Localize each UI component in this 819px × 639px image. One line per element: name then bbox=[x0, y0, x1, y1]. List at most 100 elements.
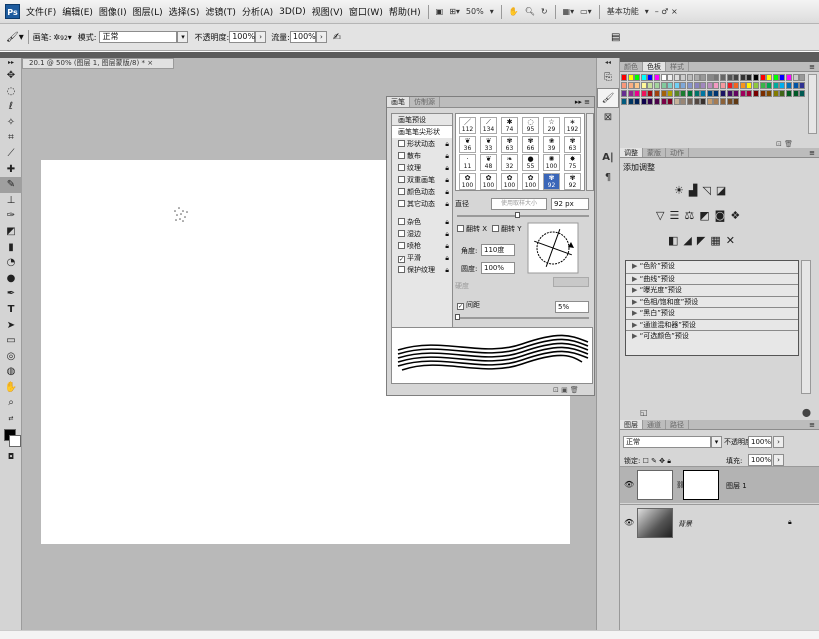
color-swatch[interactable] bbox=[621, 90, 627, 97]
shape-tool-icon[interactable]: ▭ bbox=[0, 333, 22, 349]
color-swatch[interactable] bbox=[693, 98, 700, 105]
brush-option-item[interactable]: 形状动态 🔒︎ bbox=[392, 138, 452, 150]
brush-tip[interactable]: ✾ 63 bbox=[501, 135, 518, 153]
opacity-input[interactable]: 100% bbox=[229, 31, 256, 43]
color-swatch[interactable] bbox=[647, 90, 654, 97]
fill-toggle[interactable]: › bbox=[773, 454, 784, 466]
adjustment-preset-item[interactable]: ▶ “黑白”预设 bbox=[626, 307, 798, 319]
brush-tip[interactable]: ✾ 66 bbox=[522, 135, 539, 153]
presets-scrollbar[interactable] bbox=[801, 260, 811, 394]
lock-icon[interactable]: 🔒︎ bbox=[445, 138, 452, 150]
brush-option-item[interactable]: ✓ 平滑 🔒︎ bbox=[392, 252, 452, 264]
color-swatch[interactable] bbox=[713, 74, 720, 81]
adjustment-icons-row3[interactable]: ◧◢◤▦✕ bbox=[668, 234, 740, 247]
lock-icon[interactable]: 🔒︎ bbox=[445, 162, 452, 174]
menu-analysis[interactable]: 分析(A) bbox=[239, 5, 276, 18]
color-swatch[interactable] bbox=[720, 82, 726, 89]
swap-colors-icon[interactable]: ⇄ bbox=[0, 411, 22, 427]
visibility-eye-icon[interactable]: 👁︎ bbox=[624, 480, 634, 489]
adjustment-preset-item[interactable]: ▶ “曲线”预设 bbox=[626, 272, 798, 284]
tab-brush[interactable]: 画笔 bbox=[387, 97, 410, 107]
color-swatch[interactable] bbox=[733, 82, 740, 89]
adjustment-preset-item[interactable]: ▶ “色相/饱和度”预设 bbox=[626, 295, 798, 307]
brush-option-item[interactable]: 保护纹理 🔒︎ bbox=[392, 264, 452, 276]
lasso-tool-icon[interactable]: ℓ bbox=[0, 99, 22, 115]
adjustment-footer-icon[interactable]: ◱ bbox=[640, 408, 648, 417]
workspace-switcher[interactable]: 基本功能 bbox=[604, 6, 642, 17]
color-swatch[interactable] bbox=[739, 90, 746, 97]
panel-menu-icon[interactable]: ≡ bbox=[809, 62, 819, 71]
layer-mask-thumbnail[interactable] bbox=[683, 470, 719, 500]
spacing-checkbox[interactable]: ✓ 间距 bbox=[451, 299, 480, 311]
brush-tip[interactable]: ❦ 36 bbox=[459, 135, 476, 153]
paragraph-panel-icon[interactable]: ¶ bbox=[597, 168, 619, 188]
layer-row[interactable]: 👁︎ ⛓ 图层 1 bbox=[620, 467, 819, 503]
quick-mask-icon[interactable]: ◘ bbox=[0, 449, 22, 465]
color-swatch[interactable] bbox=[673, 82, 680, 89]
visibility-eye-icon[interactable]: 👁︎ bbox=[624, 518, 634, 527]
magic-wand-tool-icon[interactable]: ✧ bbox=[0, 115, 22, 131]
color-swatch[interactable] bbox=[753, 90, 759, 97]
color-swatch[interactable] bbox=[720, 74, 726, 81]
brush-tip[interactable]: ❦ 33 bbox=[480, 135, 497, 153]
color-swatch[interactable] bbox=[654, 98, 660, 105]
lock-icon[interactable]: 🔒︎ bbox=[445, 186, 452, 198]
brush-tip-shape-item[interactable]: 画笔笔尖形状 bbox=[392, 126, 452, 138]
color-swatch[interactable] bbox=[713, 90, 720, 97]
brush-tip[interactable]: ✸ 75 bbox=[564, 154, 581, 171]
color-swatch[interactable] bbox=[772, 82, 779, 89]
brush-tip[interactable]: ⟋ 134 bbox=[480, 117, 497, 134]
color-swatch[interactable] bbox=[799, 82, 806, 89]
brush-option-item[interactable]: 杂色 🔒︎ bbox=[392, 216, 452, 228]
expand-arrow-icon[interactable]: ▶ bbox=[632, 286, 640, 294]
color-swatch[interactable] bbox=[700, 98, 707, 105]
close-icon[interactable]: × bbox=[147, 59, 153, 67]
color-swatch[interactable] bbox=[667, 90, 674, 97]
adjustment-preset-item[interactable]: ▶ “可选颜色”预设 bbox=[626, 330, 798, 342]
color-swatch[interactable] bbox=[799, 74, 806, 81]
expand-arrow-icon[interactable]: ▶ bbox=[632, 262, 640, 270]
lock-icon[interactable]: 🔒︎ bbox=[445, 240, 452, 252]
color-swatch[interactable] bbox=[687, 74, 693, 81]
adjustment-toggle-icon[interactable]: ⬤ bbox=[802, 408, 811, 417]
color-swatch[interactable] bbox=[746, 82, 753, 89]
menu-3d[interactable]: 3D(D) bbox=[276, 7, 309, 17]
color-swatch[interactable] bbox=[654, 74, 660, 81]
lock-icon[interactable]: 🔒︎ bbox=[445, 264, 452, 276]
3d-rotate-tool-icon[interactable]: ◎ bbox=[0, 349, 22, 365]
color-swatch[interactable] bbox=[713, 82, 720, 89]
history-panel-icon[interactable]: ⎘ bbox=[597, 68, 619, 88]
color-swatch[interactable] bbox=[706, 98, 713, 105]
brush-tip[interactable]: ✾ 92 bbox=[543, 172, 560, 190]
clone-source-panel-icon[interactable]: ⊠ bbox=[597, 108, 619, 128]
brush-tool-icon-active[interactable]: ✎ bbox=[0, 177, 22, 193]
brush-panel-icon[interactable]: 🖌︎ bbox=[597, 88, 619, 108]
brush-option-item[interactable]: 其它动态 🔒︎ bbox=[392, 198, 452, 210]
checkbox[interactable] bbox=[398, 188, 405, 195]
color-swatch[interactable] bbox=[621, 98, 627, 105]
color-swatch[interactable] bbox=[799, 90, 806, 97]
tab-masks[interactable]: 蒙版 bbox=[643, 148, 666, 157]
color-swatch[interactable] bbox=[726, 98, 733, 105]
brush-tip[interactable]: ❀ 39 bbox=[543, 135, 560, 153]
layer-opacity-toggle[interactable]: › bbox=[773, 436, 784, 448]
panel-menu-icon[interactable]: ≡ bbox=[809, 148, 819, 157]
color-swatch[interactable] bbox=[647, 98, 654, 105]
color-swatch[interactable] bbox=[746, 90, 753, 97]
brush-option-item[interactable]: 散布 🔒︎ bbox=[392, 150, 452, 162]
brush-option-item[interactable]: 双重画笔 🔒︎ bbox=[392, 174, 452, 186]
color-swatch[interactable] bbox=[634, 82, 641, 89]
color-swatch[interactable] bbox=[700, 74, 707, 81]
color-swatch[interactable] bbox=[640, 74, 647, 81]
brush-option-item[interactable]: 颜色动态 🔒︎ bbox=[392, 186, 452, 198]
brush-tip[interactable]: ◌ 95 bbox=[522, 117, 539, 134]
brush-option-item[interactable]: 纹理 🔒︎ bbox=[392, 162, 452, 174]
tab-layers[interactable]: 图层 bbox=[620, 420, 643, 429]
checkbox[interactable]: ✓ bbox=[398, 256, 405, 263]
brush-option-item[interactable]: 湿边 🔒︎ bbox=[392, 228, 452, 240]
zoom-level[interactable]: 50% bbox=[463, 7, 487, 16]
menu-help[interactable]: 帮助(H) bbox=[386, 5, 424, 18]
brush-tip[interactable]: ✾ 92 bbox=[564, 172, 581, 190]
layer-opacity-input[interactable]: 100% bbox=[748, 436, 772, 448]
menu-layer[interactable]: 图层(L) bbox=[130, 5, 166, 18]
